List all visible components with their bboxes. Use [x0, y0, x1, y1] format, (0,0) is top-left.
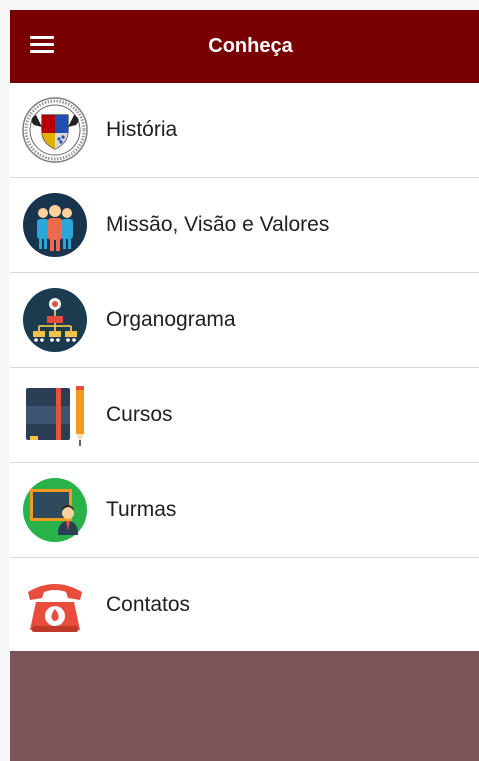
org-chart-icon [23, 288, 87, 352]
menu-item-label: Turmas [106, 498, 177, 521]
menu-item-label: Contatos [106, 593, 191, 616]
classroom-icon [23, 478, 87, 542]
menu-item-organograma[interactable]: Organograma [10, 273, 479, 368]
menu-item-label: História [106, 118, 178, 141]
menu-item-label: Organograma [106, 308, 236, 331]
menu-item-label: Cursos [106, 403, 173, 426]
books-pencil-icon [26, 386, 84, 446]
menu-list: História Missão, Visão e Valores Organog… [10, 83, 479, 653]
phone-icon [28, 584, 82, 632]
menu-item-label: Missão, Visão e Valores [106, 213, 330, 236]
menu-item-missao[interactable]: Missão, Visão e Valores [10, 178, 479, 273]
team-icon [23, 193, 87, 257]
menu-item-historia[interactable]: História [10, 83, 479, 178]
footer-panel [10, 651, 479, 761]
menu-item-turmas[interactable]: Turmas [10, 463, 479, 558]
menu-item-contatos[interactable]: Contatos [10, 558, 479, 653]
page-title: Conheça [208, 35, 293, 57]
menu-item-cursos[interactable]: Cursos [10, 368, 479, 463]
top-app-bar: Conheça [10, 10, 479, 83]
crest-icon [22, 97, 88, 163]
app-screen: Conheça História Missão, Visão e Valores… [10, 10, 479, 761]
hamburger-menu-icon[interactable] [30, 36, 54, 56]
